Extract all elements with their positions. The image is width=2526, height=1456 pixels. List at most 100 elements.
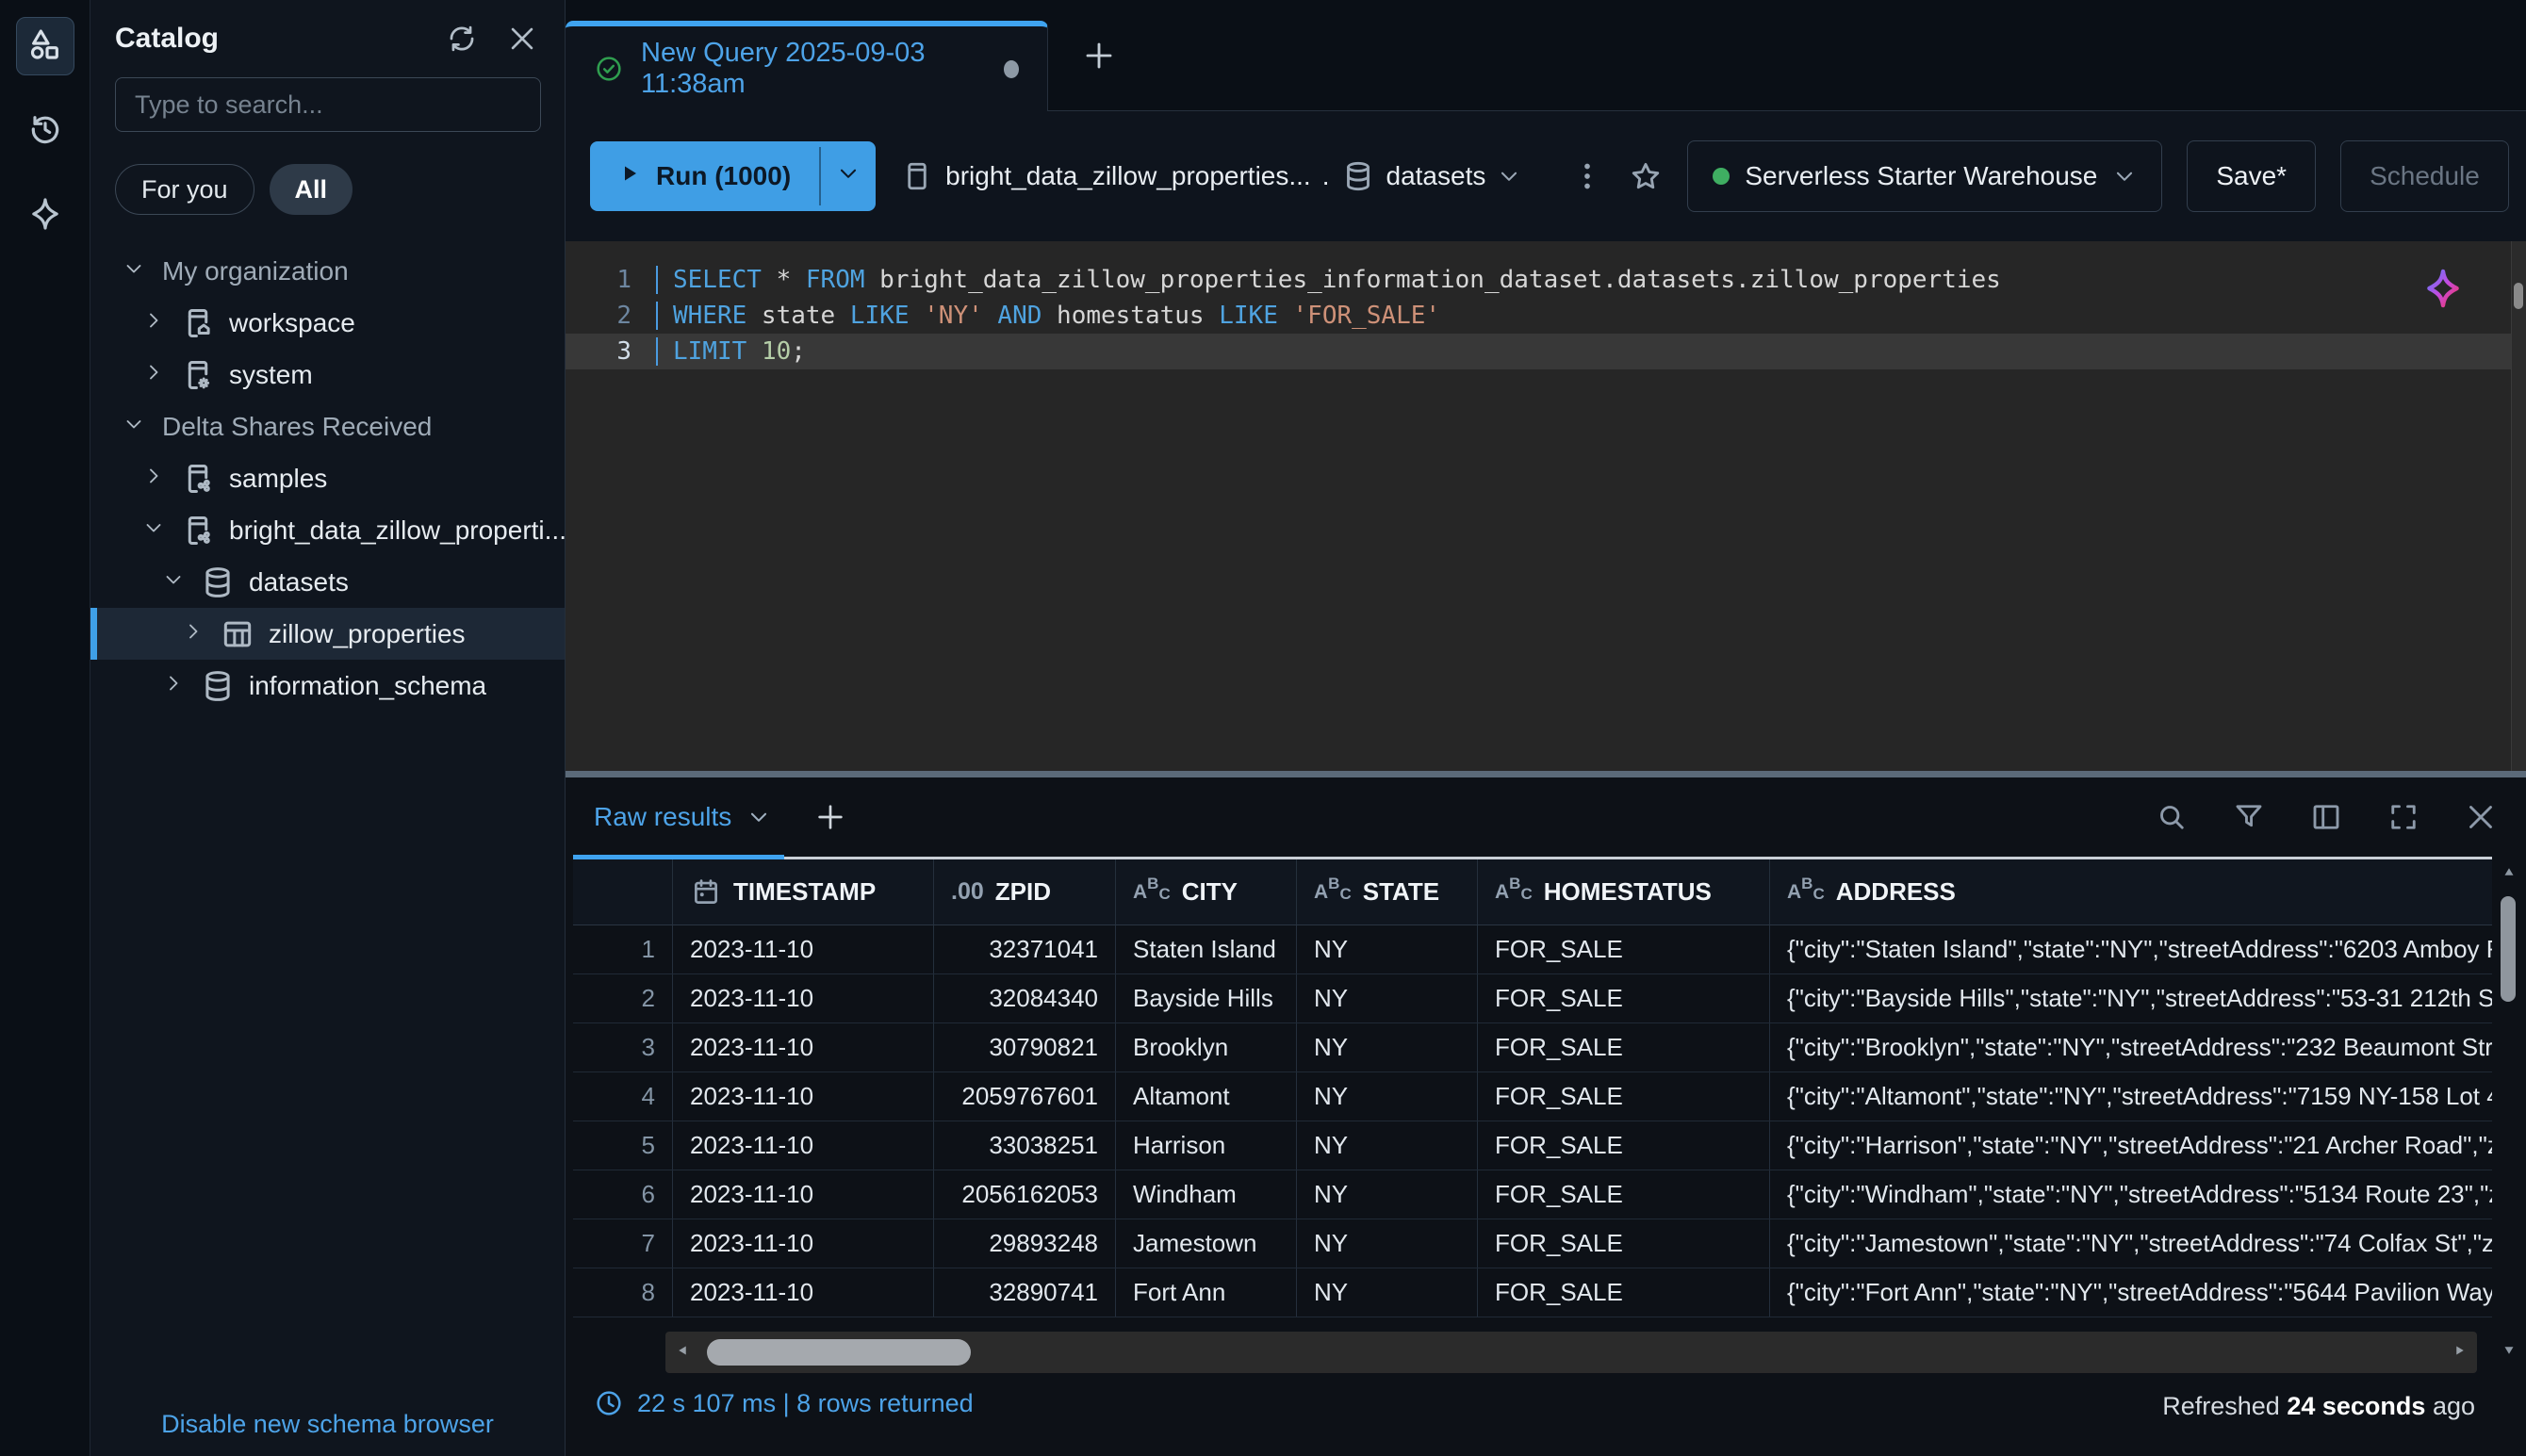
- scroll-left-button[interactable]: [673, 1343, 692, 1362]
- raw-results-tab[interactable]: Raw results: [594, 802, 771, 832]
- cell-address[interactable]: {"city":"Harrison","state":"NY","streetA…: [1770, 1121, 2492, 1170]
- cell-timestamp[interactable]: 2023-11-10: [673, 1121, 934, 1170]
- save-button[interactable]: Save*: [2187, 140, 2316, 212]
- filter-icon[interactable]: [2232, 800, 2266, 834]
- column-header-city[interactable]: ABCCITY: [1116, 859, 1297, 924]
- table-row[interactable]: 22023-11-1032084340Bayside HillsNYFOR_SA…: [573, 974, 2492, 1023]
- cell-city[interactable]: Brooklyn: [1116, 1023, 1297, 1072]
- run-options-button[interactable]: [821, 141, 876, 211]
- cell-timestamp[interactable]: 2023-11-10: [673, 1023, 934, 1072]
- disable-schema-browser-link[interactable]: Disable new schema browser: [90, 1410, 565, 1439]
- cell-timestamp[interactable]: 2023-11-10: [673, 925, 934, 973]
- cell-city[interactable]: Windham: [1116, 1170, 1297, 1219]
- vertical-scrollbar-thumb[interactable]: [2501, 896, 2516, 1002]
- catalog-schema-selector[interactable]: bright_data_zillow_properties... . datas…: [900, 159, 1521, 193]
- tab-new-query[interactable]: New Query 2025-09-03 11:38am: [566, 21, 1048, 111]
- chevron-down-icon[interactable]: [142, 516, 171, 545]
- cell-address[interactable]: {"city":"Brooklyn","state":"NY","streetA…: [1770, 1023, 2492, 1072]
- sidebar-item-system[interactable]: system: [90, 349, 565, 401]
- fullscreen-icon[interactable]: [2387, 800, 2420, 834]
- cell-timestamp[interactable]: 2023-11-10: [673, 1072, 934, 1121]
- cell-zpid[interactable]: 33038251: [934, 1121, 1116, 1170]
- star-icon[interactable]: [1629, 159, 1663, 193]
- cell-state[interactable]: NY: [1297, 925, 1478, 973]
- scroll-right-button[interactable]: [2451, 1343, 2469, 1362]
- cell-state[interactable]: NY: [1297, 1219, 1478, 1268]
- editor-scrollbar[interactable]: [2511, 241, 2526, 771]
- rail-catalog-button[interactable]: [16, 17, 74, 75]
- chevron-down-icon[interactable]: [162, 568, 190, 597]
- cell-city[interactable]: Harrison: [1116, 1121, 1297, 1170]
- cell-timestamp[interactable]: 2023-11-10: [673, 974, 934, 1022]
- row-number-cell[interactable]: 7: [573, 1219, 673, 1268]
- sidebar-item-delta-shares-received[interactable]: Delta Shares Received: [90, 401, 565, 452]
- column-header-state[interactable]: ABCSTATE: [1297, 859, 1478, 924]
- table-row[interactable]: 12023-11-1032371041Staten IslandNYFOR_SA…: [573, 925, 2492, 974]
- chevron-down-icon[interactable]: [123, 257, 151, 286]
- column-header-address[interactable]: ABCADDRESS: [1770, 859, 2492, 924]
- chevron-right-icon[interactable]: [142, 361, 171, 389]
- cell-address[interactable]: {"city":"Bayside Hills","state":"NY","st…: [1770, 974, 2492, 1022]
- add-visualization-button[interactable]: [814, 801, 846, 833]
- cell-state[interactable]: NY: [1297, 1023, 1478, 1072]
- chevron-right-icon[interactable]: [182, 620, 210, 648]
- cell-timestamp[interactable]: 2023-11-10: [673, 1268, 934, 1317]
- cell-city[interactable]: Altamont: [1116, 1072, 1297, 1121]
- cell-timestamp[interactable]: 2023-11-10: [673, 1170, 934, 1219]
- horizontal-scrollbar-thumb[interactable]: [707, 1339, 971, 1366]
- rail-assistant-button[interactable]: [16, 187, 74, 245]
- horizontal-scrollbar[interactable]: [665, 1332, 2477, 1373]
- cell-city[interactable]: Bayside Hills: [1116, 974, 1297, 1022]
- panel-resize-handle[interactable]: [566, 771, 2526, 777]
- run-button[interactable]: Run (1000): [590, 141, 819, 211]
- cell-zpid[interactable]: 32371041: [934, 925, 1116, 973]
- search-icon[interactable]: [2155, 800, 2189, 834]
- row-number-cell[interactable]: 5: [573, 1121, 673, 1170]
- cell-homestatus[interactable]: FOR_SALE: [1478, 1121, 1770, 1170]
- table-row[interactable]: 72023-11-1029893248JamestownNYFOR_SALE{"…: [573, 1219, 2492, 1268]
- table-row[interactable]: 52023-11-1033038251HarrisonNYFOR_SALE{"c…: [573, 1121, 2492, 1170]
- cell-address[interactable]: {"city":"Jamestown","state":"NY","street…: [1770, 1219, 2492, 1268]
- row-number-header[interactable]: [573, 859, 673, 924]
- cell-city[interactable]: Staten Island: [1116, 925, 1297, 973]
- row-number-cell[interactable]: 4: [573, 1072, 673, 1121]
- cell-homestatus[interactable]: FOR_SALE: [1478, 1268, 1770, 1317]
- sidebar-item-my-organization[interactable]: My organization: [90, 245, 565, 297]
- column-header-zpid[interactable]: .00ZPID: [934, 859, 1116, 924]
- warehouse-selector[interactable]: Serverless Starter Warehouse: [1687, 140, 2162, 212]
- cell-address[interactable]: {"city":"Altamont","state":"NY","streetA…: [1770, 1072, 2492, 1121]
- sidebar-item-datasets[interactable]: datasets: [90, 556, 565, 608]
- chevron-right-icon[interactable]: [142, 309, 171, 337]
- chip-all[interactable]: All: [270, 164, 353, 215]
- cell-homestatus[interactable]: FOR_SALE: [1478, 974, 1770, 1022]
- row-number-cell[interactable]: 8: [573, 1268, 673, 1317]
- editor-line[interactable]: 3LIMIT 10;: [566, 334, 2526, 369]
- chevron-right-icon[interactable]: [162, 672, 190, 700]
- sidebar-item-zillow-properties[interactable]: zillow_properties: [90, 608, 565, 660]
- cell-address[interactable]: {"city":"Staten Island","state":"NY","st…: [1770, 925, 2492, 973]
- rail-history-button[interactable]: [16, 102, 74, 160]
- cell-state[interactable]: NY: [1297, 974, 1478, 1022]
- row-number-cell[interactable]: 2: [573, 974, 673, 1022]
- cell-state[interactable]: NY: [1297, 1170, 1478, 1219]
- cell-homestatus[interactable]: FOR_SALE: [1478, 1219, 1770, 1268]
- row-number-cell[interactable]: 6: [573, 1170, 673, 1219]
- close-icon[interactable]: [506, 23, 538, 55]
- column-header-timestamp[interactable]: TIMESTAMP: [673, 859, 934, 924]
- editor-line[interactable]: 2WHERE state LIKE 'NY' AND homestatus LI…: [566, 298, 2526, 334]
- editor-line[interactable]: 1SELECT * FROM bright_data_zillow_proper…: [566, 262, 2526, 298]
- table-row[interactable]: 42023-11-102059767601AltamontNYFOR_SALE{…: [573, 1072, 2492, 1121]
- cell-state[interactable]: NY: [1297, 1072, 1478, 1121]
- row-number-cell[interactable]: 1: [573, 925, 673, 973]
- assistant-sparkle-icon[interactable]: [2420, 266, 2466, 311]
- sidebar-item-workspace[interactable]: workspace: [90, 297, 565, 349]
- close-icon[interactable]: [2464, 800, 2498, 834]
- table-row[interactable]: 32023-11-1030790821BrooklynNYFOR_SALE{"c…: [573, 1023, 2492, 1072]
- cell-homestatus[interactable]: FOR_SALE: [1478, 1023, 1770, 1072]
- sidebar-item-bright-data-zillow-properti-[interactable]: bright_data_zillow_properti...: [90, 504, 565, 556]
- cell-city[interactable]: Jamestown: [1116, 1219, 1297, 1268]
- cell-homestatus[interactable]: FOR_SALE: [1478, 1170, 1770, 1219]
- cell-zpid[interactable]: 32890741: [934, 1268, 1116, 1317]
- sidebar-item-samples[interactable]: samples: [90, 452, 565, 504]
- sidebar-item-information-schema[interactable]: information_schema: [90, 660, 565, 712]
